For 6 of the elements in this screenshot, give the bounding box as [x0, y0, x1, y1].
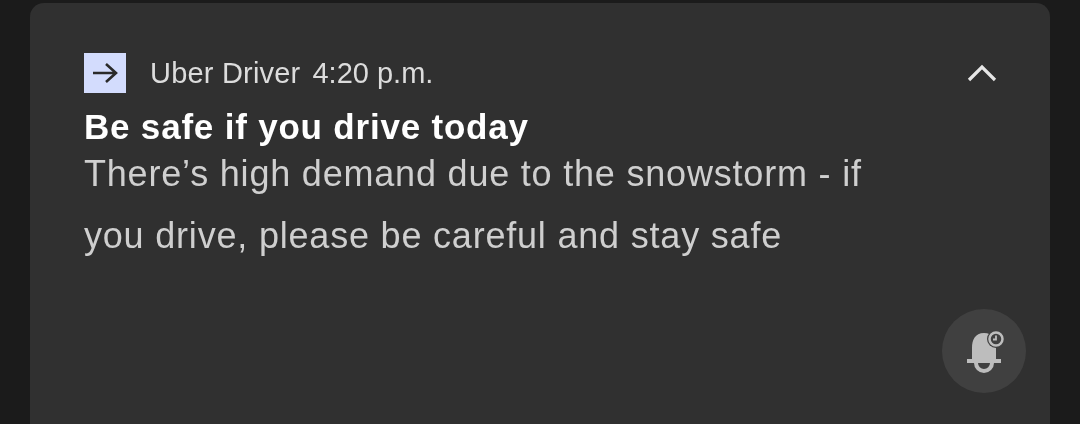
notification-time: 4:20 p.m.: [312, 56, 434, 90]
notification-card[interactable]: Uber Driver 4:20 p.m. Be safe if you drive today There’s high demand due to the snowstorm - if you drive, please be careful and stay safe: [30, 3, 1050, 424]
notification-body: There’s high demand due to the snowstorm - if you drive, please be careful and stay safe: [84, 152, 863, 258]
notification-title: Be safe if you drive today: [84, 107, 530, 147]
app-name: Uber Driver: [150, 56, 301, 90]
chevron-icon[interactable]: [966, 63, 998, 83]
